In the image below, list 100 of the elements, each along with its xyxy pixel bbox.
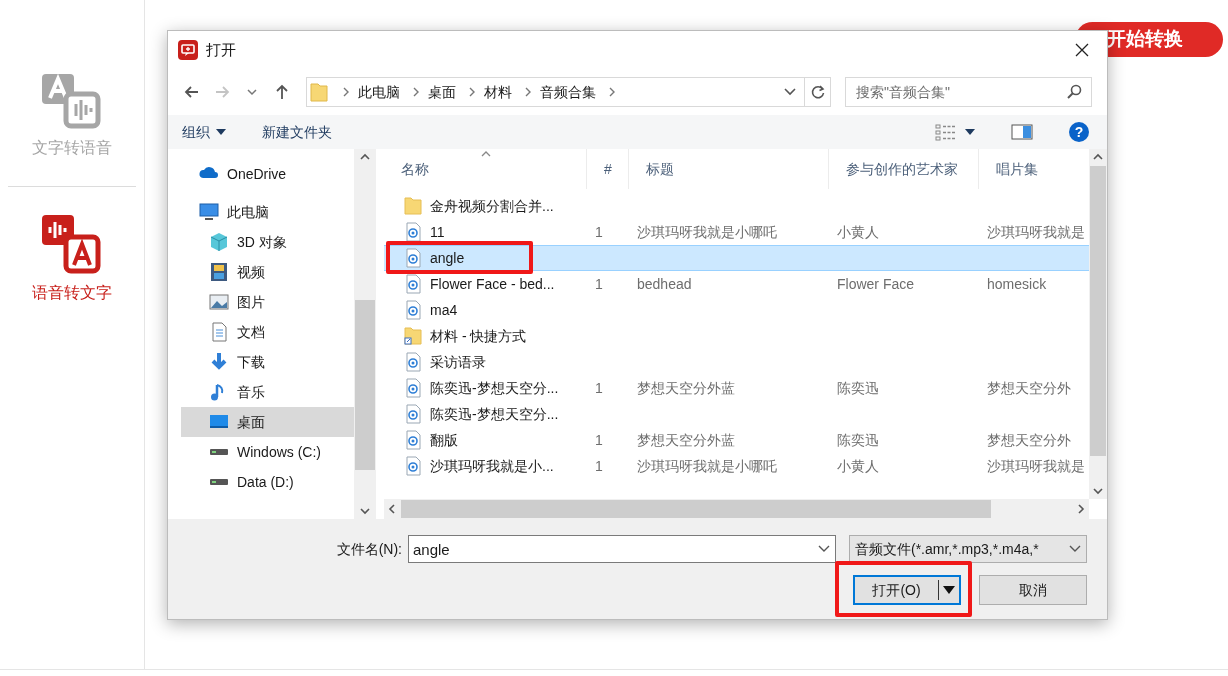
file-row[interactable]: angle bbox=[384, 245, 1089, 271]
file-row[interactable]: 翻版 1 梦想天空分外蓝 陈奕迅 梦想天空分外 bbox=[384, 427, 1089, 453]
chevron-down-icon bbox=[818, 545, 830, 553]
drive-icon bbox=[209, 448, 229, 456]
scroll-up-icon bbox=[1093, 153, 1103, 160]
help-button[interactable]: ? bbox=[1069, 122, 1089, 142]
file-name: 金舟视频分割合并... bbox=[430, 196, 554, 216]
list-scrollbar[interactable] bbox=[1089, 149, 1107, 499]
folder-icon bbox=[310, 82, 328, 102]
audio-file-icon bbox=[404, 352, 422, 372]
document-icon bbox=[209, 322, 229, 342]
audio-file-icon bbox=[404, 248, 422, 268]
table-cell: 梦想天空分外蓝 bbox=[637, 431, 735, 448]
audio-file-icon bbox=[404, 404, 422, 424]
refresh-icon bbox=[809, 84, 826, 100]
table-cell: 沙琪玛呀我就是小哪吒 bbox=[637, 457, 777, 474]
file-row[interactable]: 材料 - 快捷方式 bbox=[384, 323, 1089, 349]
new-folder-button[interactable]: 新建文件夹 bbox=[262, 121, 332, 143]
nav-item[interactable]: 3D 对象 bbox=[181, 227, 355, 257]
table-cell: 1 bbox=[595, 275, 603, 292]
file-name: 11 bbox=[430, 222, 445, 242]
audio-file-icon bbox=[404, 456, 422, 476]
audio-file-icon bbox=[404, 300, 422, 320]
scroll-down-icon bbox=[1093, 488, 1103, 495]
file-name: 采访语录 bbox=[430, 352, 486, 372]
table-cell: 小黄人 bbox=[837, 223, 879, 240]
folder-icon bbox=[404, 196, 422, 216]
file-row[interactable]: 11 1 沙琪玛呀我就是小哪吒 小黄人 沙琪玛呀我就是 bbox=[384, 219, 1089, 245]
nav-item[interactable]: 下载 bbox=[181, 347, 355, 377]
scroll-up-icon bbox=[360, 153, 371, 160]
file-row[interactable]: 采访语录 bbox=[384, 349, 1089, 375]
filename-label: 文件名(N): bbox=[336, 539, 402, 559]
dropdown-caret-icon bbox=[965, 129, 975, 135]
scroll-right-icon bbox=[1078, 504, 1085, 514]
file-row[interactable]: 陈奕迅-梦想天空分... bbox=[384, 401, 1089, 427]
nav-item[interactable]: 视频 bbox=[181, 257, 355, 287]
nav-item[interactable]: Data (D:) bbox=[181, 467, 355, 497]
table-cell: 沙琪玛呀我就是 bbox=[987, 223, 1085, 240]
sidebar-item[interactable]: 语音转文字 bbox=[32, 281, 112, 305]
audio-file-icon bbox=[404, 378, 422, 398]
address-bar[interactable]: 此电脑 桌面 材料 音频合集 bbox=[306, 77, 831, 107]
nav-item[interactable]: 此电脑 bbox=[181, 197, 355, 227]
file-name: 材料 - 快捷方式 bbox=[430, 326, 527, 346]
organize-menu[interactable]: 组织 bbox=[182, 121, 226, 143]
filename-field[interactable]: angle bbox=[408, 535, 836, 563]
column-header[interactable]: 标题 bbox=[629, 149, 829, 189]
search-icon bbox=[1066, 84, 1082, 100]
file-name: 沙琪玛呀我就是小... bbox=[430, 456, 554, 476]
file-row[interactable]: 陈奕迅-梦想天空分... 1 梦想天空分外蓝 陈奕迅 梦想天空分外 bbox=[384, 375, 1089, 401]
breadcrumb-item[interactable]: 此电脑 bbox=[358, 81, 400, 103]
audio-file-icon bbox=[404, 222, 422, 242]
file-name: angle bbox=[430, 248, 465, 268]
file-type-dropdown[interactable]: 音频文件(*.amr,*.mp3,*.m4a,* bbox=[849, 535, 1087, 563]
nav-item[interactable]: OneDrive bbox=[181, 159, 355, 189]
scroll-left-icon bbox=[388, 504, 395, 514]
column-header[interactable]: 唱片集 bbox=[979, 149, 1089, 189]
table-cell: 梦想天空分外 bbox=[987, 379, 1071, 396]
table-cell: 1 bbox=[595, 457, 603, 474]
file-name: 陈奕迅-梦想天空分... bbox=[430, 378, 559, 398]
cancel-button[interactable]: 取消 bbox=[979, 575, 1087, 605]
picture-icon bbox=[209, 292, 229, 312]
preview-pane-button[interactable] bbox=[1011, 124, 1033, 140]
file-row[interactable]: ma4 bbox=[384, 297, 1089, 323]
audio-file-icon bbox=[404, 430, 422, 450]
table-cell: 1 bbox=[595, 431, 603, 448]
pc-icon bbox=[199, 202, 219, 222]
search-field[interactable]: 搜索"音频合集" bbox=[845, 77, 1092, 107]
nav-item[interactable]: 图片 bbox=[181, 287, 355, 317]
nav-item[interactable]: 音乐 bbox=[181, 377, 355, 407]
file-row[interactable]: Flower Face - bed... 1 bedhead Flower Face homesick bbox=[384, 271, 1089, 297]
cube-icon bbox=[209, 232, 229, 252]
breadcrumb-item[interactable]: 材料 bbox=[484, 81, 512, 103]
table-cell: 沙琪玛呀我就是小哪吒 bbox=[637, 223, 777, 240]
file-name: 翻版 bbox=[430, 430, 458, 450]
breadcrumb-item[interactable]: 音频合集 bbox=[540, 81, 596, 103]
table-cell: 1 bbox=[595, 379, 603, 396]
open-button[interactable]: 打开(O) bbox=[853, 575, 961, 605]
column-header[interactable]: # bbox=[587, 149, 629, 189]
app-icon bbox=[178, 40, 198, 60]
file-row[interactable]: 金舟视频分割合并... bbox=[384, 193, 1089, 219]
dropdown-caret-icon bbox=[216, 129, 226, 135]
nav-item[interactable]: 桌面 bbox=[181, 407, 355, 437]
view-options-button[interactable] bbox=[935, 123, 975, 141]
column-header[interactable]: 参与创作的艺术家 bbox=[829, 149, 979, 189]
file-row[interactable]: 沙琪玛呀我就是小... 1 沙琪玛呀我就是小哪吒 小黄人 沙琪玛呀我就是 bbox=[384, 453, 1089, 479]
table-cell: 1 bbox=[595, 223, 603, 240]
breadcrumb-item[interactable]: 桌面 bbox=[428, 81, 456, 103]
folder-shortcut-icon bbox=[404, 326, 422, 346]
nav-scrollbar[interactable] bbox=[354, 149, 376, 519]
sort-up-icon bbox=[481, 151, 491, 157]
horizontal-scrollbar[interactable] bbox=[384, 499, 1089, 519]
organize-label: 组织 bbox=[182, 122, 210, 142]
nav-item[interactable]: 文档 bbox=[181, 317, 355, 347]
download-icon bbox=[209, 352, 229, 372]
file-name: 陈奕迅-梦想天空分... bbox=[430, 404, 559, 424]
nav-item[interactable]: Windows (C:) bbox=[181, 437, 355, 467]
scroll-down-icon bbox=[360, 508, 371, 515]
table-cell: 陈奕迅 bbox=[837, 431, 879, 448]
column-header[interactable]: 名称 bbox=[384, 149, 587, 189]
dialog-title: 打开 bbox=[206, 39, 237, 60]
